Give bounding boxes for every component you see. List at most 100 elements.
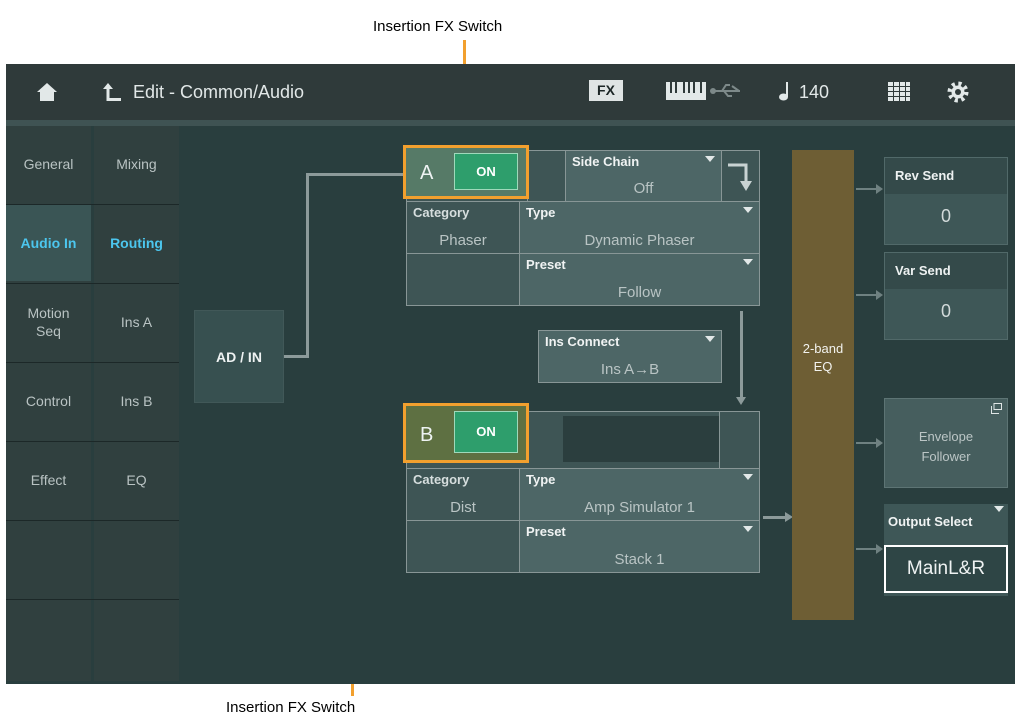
ad-in-block[interactable]: AD / IN — [194, 310, 284, 403]
category-value-b: Dist — [450, 499, 476, 516]
wire — [856, 294, 876, 296]
ins-connect-value: Ins A→B — [600, 361, 660, 378]
tempo-value[interactable]: 140 — [799, 82, 829, 103]
tab-divider — [6, 599, 179, 600]
preset-field-a[interactable]: Preset Follow — [519, 253, 759, 305]
ins-a-letter: A — [420, 162, 434, 184]
wire — [740, 311, 743, 398]
output-select-field[interactable]: Output Select MainL&R — [884, 504, 1008, 596]
category-field-b[interactable]: Category Dist — [407, 468, 519, 520]
ins-b-letter: B — [420, 424, 434, 446]
side-chain-label: Side Chain — [572, 154, 640, 169]
envelope-follower-button[interactable]: Envelope Follower — [884, 398, 1008, 488]
type-field-b[interactable]: Type Amp Simulator 1 — [519, 468, 759, 520]
eq-label: 2-band EQ — [802, 341, 844, 374]
output-select-value[interactable]: MainL&R — [884, 545, 1008, 593]
type-field-a[interactable]: Type Dynamic Phaser — [519, 201, 759, 253]
arrow-right-icon — [876, 544, 883, 554]
tab-control[interactable]: Control — [6, 363, 91, 439]
side-chain-field[interactable]: Side Chain Off — [565, 151, 721, 201]
tab-divider — [6, 204, 179, 205]
tab-divider — [6, 441, 179, 442]
wire — [306, 173, 309, 358]
ins-connect-field[interactable]: Ins Connect Ins A→B — [538, 330, 722, 383]
eq-block[interactable]: 2-band EQ — [792, 150, 854, 620]
callout-bottom: Insertion FX Switch — [226, 699, 356, 716]
ins-a-switch[interactable]: A ON — [403, 145, 529, 199]
tab-divider — [6, 520, 179, 521]
wire — [856, 548, 876, 550]
ins-b-switch[interactable]: B ON — [403, 403, 529, 463]
envelope-follower-label: Envelope Follower — [918, 429, 974, 464]
usb-icon — [710, 84, 740, 97]
preset-label-b: Preset — [526, 524, 566, 539]
dropdown-icon — [743, 259, 753, 265]
popup-icon — [991, 403, 1002, 414]
page-title: Edit - Common/Audio — [133, 82, 305, 102]
wire — [856, 188, 876, 190]
preset-label-a: Preset — [526, 257, 566, 272]
arrow-right-icon — [876, 184, 883, 194]
tab-routing[interactable]: Routing — [94, 205, 179, 281]
category-label-b: Category — [413, 472, 470, 487]
return-arrow-icon — [728, 163, 752, 191]
wire — [856, 442, 876, 444]
category-label-a: Category — [413, 205, 470, 220]
ins-a-on-button[interactable]: ON — [454, 153, 518, 190]
dropdown-icon — [994, 506, 1004, 512]
tab-ins-a[interactable]: Ins A — [94, 284, 179, 360]
arrow-right-icon — [876, 438, 883, 448]
callout-top: Insertion FX Switch — [373, 18, 503, 35]
side-chain-connector — [721, 151, 759, 201]
dropdown-icon — [705, 336, 715, 342]
type-value-a: Dynamic Phaser — [584, 232, 695, 249]
rev-send-label: Rev Send — [895, 168, 955, 183]
output-select-label: Output Select — [888, 514, 973, 529]
grid-icon[interactable] — [888, 82, 910, 102]
ins-connect-label: Ins Connect — [545, 334, 620, 349]
ad-in-label: AD / IN — [216, 349, 262, 365]
dropdown-icon — [705, 156, 715, 162]
tab-divider — [6, 362, 179, 363]
settings-icon[interactable] — [946, 80, 970, 104]
type-label-a: Type — [526, 205, 556, 220]
rev-send-value: 0 — [940, 206, 951, 226]
ins-b-on-button[interactable]: ON — [454, 411, 518, 453]
ins-a-spacer — [527, 151, 565, 201]
category-value-a: Phaser — [439, 232, 487, 249]
preset-field-b[interactable]: Preset Stack 1 — [519, 520, 759, 572]
var-send-value: 0 — [940, 301, 951, 321]
home-icon[interactable] — [36, 82, 58, 102]
wire — [763, 516, 785, 519]
type-label-b: Type — [526, 472, 556, 487]
tab-mixing[interactable]: Mixing — [94, 126, 179, 202]
tab-general[interactable]: General — [6, 126, 91, 202]
preset-value-a: Follow — [617, 284, 662, 301]
note-icon — [779, 82, 788, 101]
tab-eq[interactable]: EQ — [94, 442, 179, 518]
tab-motion-seq[interactable]: Motion Seq — [6, 284, 91, 360]
dropdown-icon — [743, 474, 753, 480]
side-chain-value: Off — [633, 180, 654, 197]
tab-ins-b[interactable]: Ins B — [94, 363, 179, 439]
rev-send-field[interactable]: Rev Send 0 — [884, 157, 1008, 245]
wire — [306, 173, 406, 176]
tab-divider — [6, 283, 179, 284]
arrow-right-icon — [876, 290, 883, 300]
fx-badge[interactable]: FX — [589, 80, 623, 101]
tab-effect[interactable]: Effect — [6, 442, 91, 518]
wire — [284, 355, 308, 358]
ins-b-spacer — [719, 412, 759, 468]
header-bar: Edit - Common/Audio FX 140 — [6, 64, 1015, 120]
keyboard-icon[interactable] — [666, 80, 706, 102]
dropdown-icon — [743, 526, 753, 532]
var-send-label: Var Send — [895, 263, 951, 278]
back-icon[interactable] — [101, 81, 123, 103]
blank-cell-b — [407, 520, 519, 572]
type-value-b: Amp Simulator 1 — [584, 499, 695, 516]
category-field-a[interactable]: Category Phaser — [407, 201, 519, 253]
tab-audio-in[interactable]: Audio In — [6, 205, 91, 281]
dropdown-icon — [743, 207, 753, 213]
var-send-field[interactable]: Var Send 0 — [884, 252, 1008, 340]
arrow-down-icon — [736, 397, 746, 405]
